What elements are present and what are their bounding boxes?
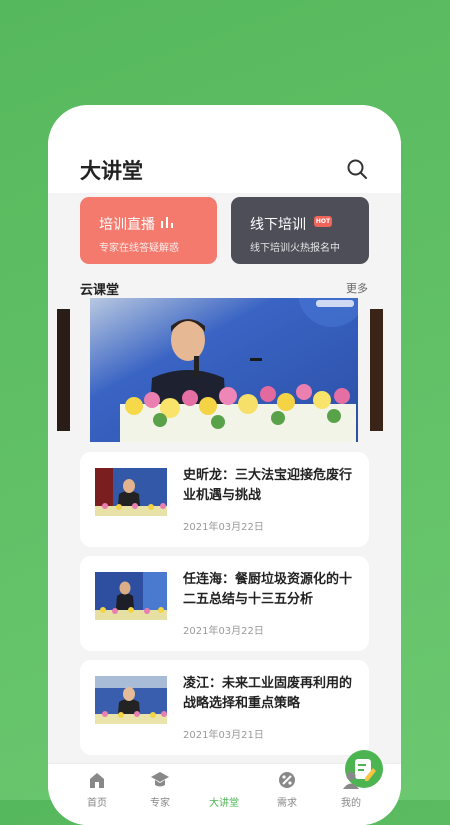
demand-icon <box>279 772 295 788</box>
section-title: 云课堂 <box>80 283 120 298</box>
thumbnail-image <box>95 468 167 516</box>
live-training-subtitle: 专家在线答疑解惑 <box>99 243 179 254</box>
tab-label: 首页 <box>87 798 107 809</box>
carousel-prev-slide[interactable] <box>57 309 70 431</box>
expert-icon <box>151 772 169 787</box>
tab-lecture-hall[interactable]: 大讲堂 <box>189 750 383 825</box>
tab-label: 我的 <box>341 798 361 809</box>
content: 培训直播 专家在线答疑解惑 线下培训 HOT 线下培训火热报名中 云课堂 更多 <box>57 193 385 825</box>
tab-label: 大讲堂 <box>209 798 239 809</box>
hot-badge: HOT <box>314 216 332 227</box>
carousel-banner-image[interactable] <box>90 298 358 442</box>
video-carousel[interactable] <box>57 298 385 444</box>
course-thumbnail <box>95 468 167 516</box>
header: 大讲堂 <box>48 105 401 193</box>
search-icon[interactable] <box>346 158 368 180</box>
course-date: 2021年03月21日 <box>183 730 264 741</box>
tab-demand[interactable]: 需求 <box>252 764 322 825</box>
bottom-tab-bar: 首页 专家 大讲堂 需求 我的 <box>48 750 401 825</box>
thumbnail-image <box>95 676 167 724</box>
course-title: 凌江：未来工业固废再利用的战略选择和重点策略 <box>183 676 353 711</box>
bar-chart-icon <box>161 217 173 228</box>
offline-training-card[interactable]: 线下培训 HOT 线下培训火热报名中 <box>231 197 369 264</box>
tab-expert[interactable]: 专家 <box>125 764 195 825</box>
course-title: 任连海：餐厨垃圾资源化的十二五总结与十三五分析 <box>183 572 353 607</box>
list-item[interactable]: 任连海：餐厨垃圾资源化的十二五总结与十三五分析 2021年03月22日 <box>80 556 369 651</box>
thumbnail-image <box>95 572 167 620</box>
user-icon <box>343 771 359 789</box>
live-training-card[interactable]: 培训直播 专家在线答疑解惑 <box>80 197 217 264</box>
carousel-next-slide[interactable] <box>370 309 383 431</box>
offline-training-subtitle: 线下培训火热报名中 <box>250 243 340 254</box>
course-thumbnail <box>95 676 167 724</box>
course-date: 2021年03月22日 <box>183 626 264 637</box>
phone-frame: 大讲堂 培训直播 专家在线答疑解惑 线下培训 HOT 线下培训火热报名中 云课堂… <box>48 105 401 825</box>
offline-training-title: 线下培训 <box>250 217 306 233</box>
tab-home[interactable]: 首页 <box>62 764 132 825</box>
course-title: 史昕龙：三大法宝迎接危废行业机遇与挑战 <box>183 468 353 503</box>
page-title: 大讲堂 <box>80 159 143 183</box>
live-training-title: 培训直播 <box>99 217 155 233</box>
list-item[interactable]: 史昕龙：三大法宝迎接危废行业机遇与挑战 2021年03月22日 <box>80 452 369 547</box>
tab-label: 专家 <box>150 798 170 809</box>
course-date: 2021年03月22日 <box>183 522 264 533</box>
tab-label: 需求 <box>277 798 297 809</box>
course-thumbnail <box>95 572 167 620</box>
home-icon <box>90 773 104 788</box>
list-item[interactable]: 凌江：未来工业固废再利用的战略选择和重点策略 2021年03月21日 <box>80 660 369 755</box>
tab-mine[interactable]: 我的 <box>316 764 386 825</box>
speaker-photo <box>90 298 358 442</box>
more-link[interactable]: 更多 <box>346 280 368 296</box>
